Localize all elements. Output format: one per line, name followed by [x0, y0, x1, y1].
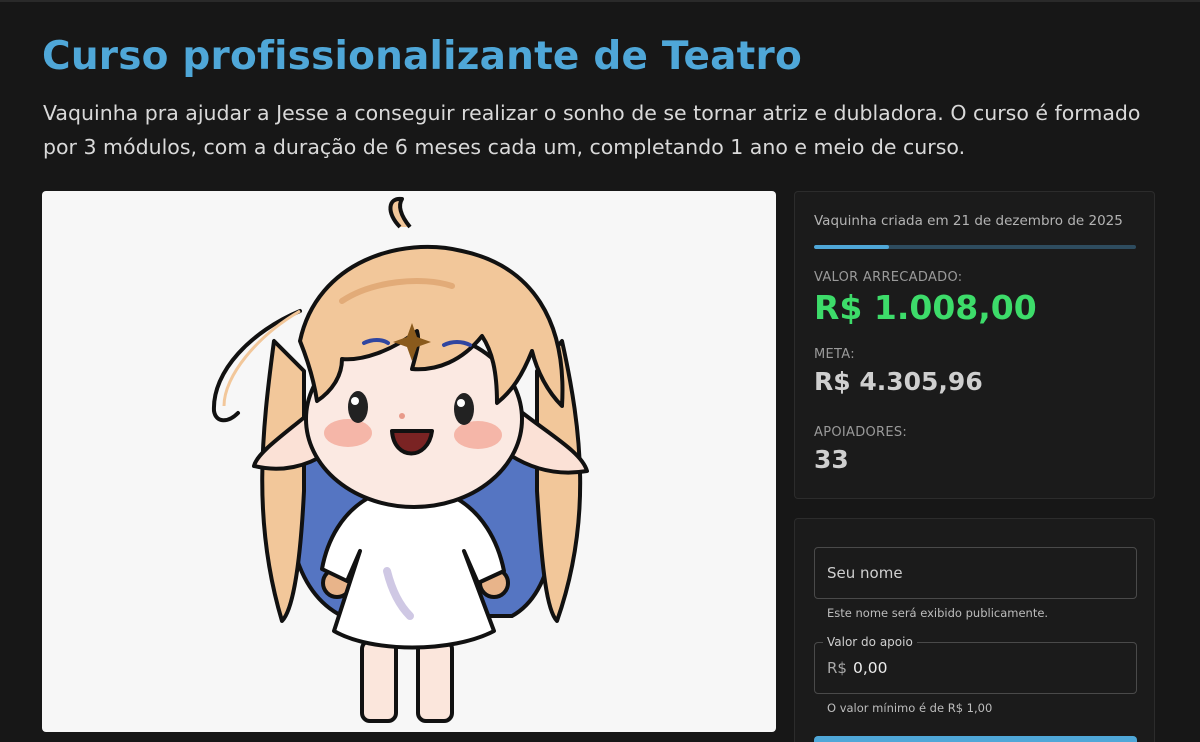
backers-label: APOIADORES:	[814, 425, 908, 440]
currency-prefix: R$	[827, 659, 847, 677]
amount-label: Valor do apoio	[823, 635, 917, 649]
goal-value: R$ 4.305,96	[814, 367, 983, 396]
campaign-description: Vaquinha pra ajudar a Jesse a conseguir …	[43, 101, 1141, 159]
name-helper-text: Este nome será exibido publicamente.	[827, 606, 1049, 620]
support-button[interactable]	[814, 736, 1137, 742]
amount-field[interactable]: Valor do apoio R$	[814, 635, 1137, 694]
campaign-page: Curso profissionalizante de Teatro Vaqui…	[0, 0, 1200, 742]
campaign-image	[42, 191, 776, 732]
backers-count: 33	[814, 445, 849, 474]
funding-stats-card: Vaquinha criada em 21 de dezembro de 202…	[794, 191, 1155, 499]
amount-helper-text: O valor mínimo é de R$ 1,00	[827, 701, 993, 715]
funding-progress-fill	[814, 245, 890, 249]
amount-input[interactable]	[853, 653, 1123, 683]
goal-label: META:	[814, 347, 855, 362]
created-date: Vaquinha criada em 21 de dezembro de 202…	[814, 213, 1123, 229]
name-input[interactable]	[814, 547, 1137, 599]
donation-form: Este nome será exibido publicamente. Val…	[794, 518, 1155, 742]
page-title: Curso profissionalizante de Teatro	[42, 34, 802, 79]
chibi-character-illustration	[211, 196, 589, 723]
raised-label: VALOR ARRECADADO:	[814, 270, 963, 285]
funding-progress-bar	[814, 245, 1136, 249]
raised-value: R$ 1.008,00	[814, 288, 1037, 327]
